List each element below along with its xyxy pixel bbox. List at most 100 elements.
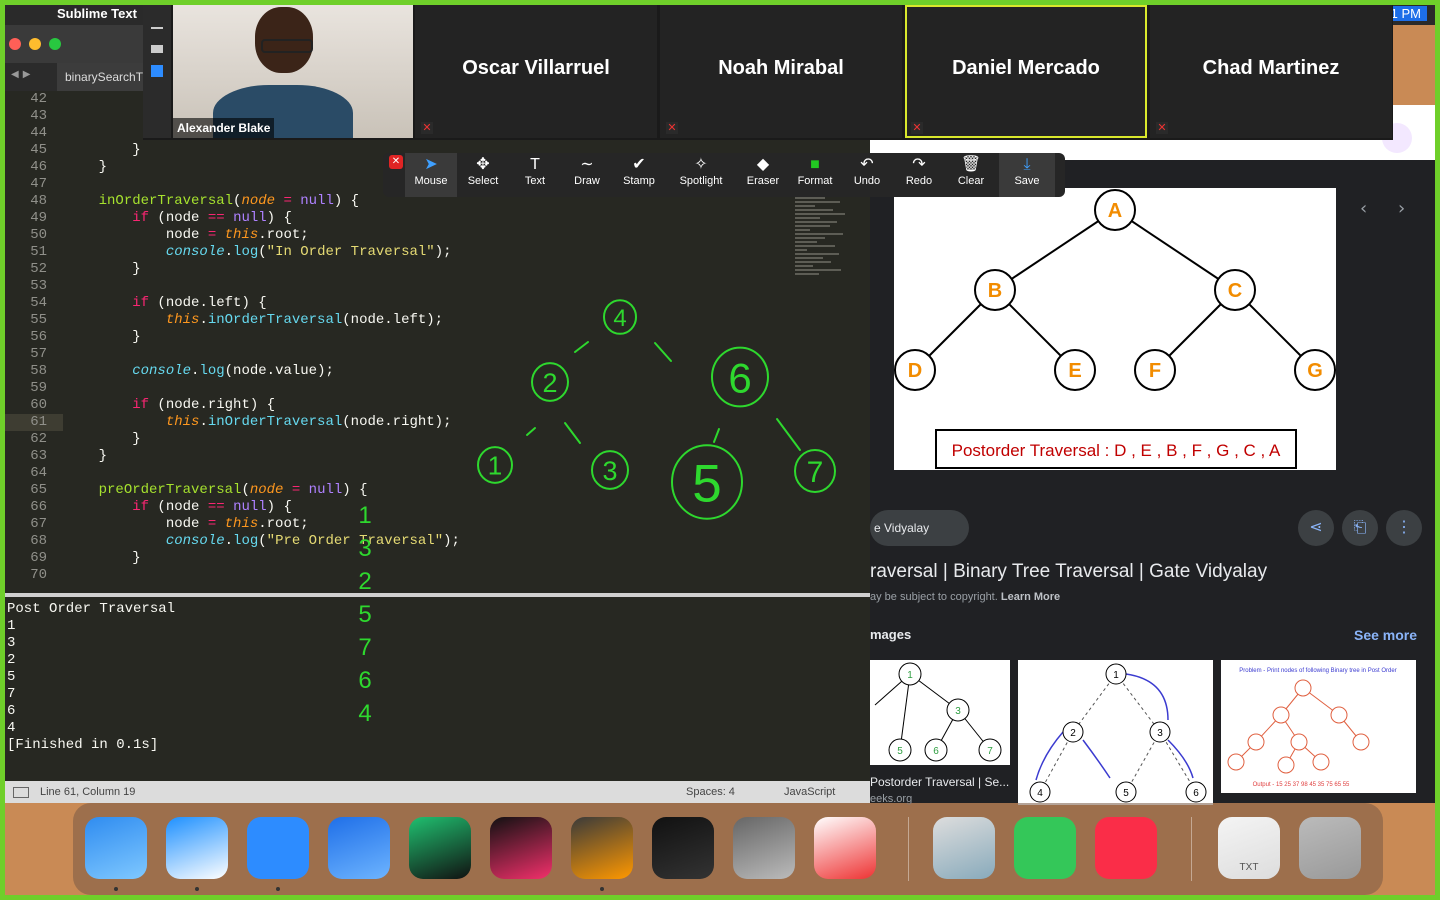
self-video-tile[interactable]: Alexander Blake bbox=[173, 5, 413, 138]
line-number: 42 bbox=[30, 91, 47, 107]
code-line[interactable]: this.inOrderTraversal(node.right); bbox=[65, 414, 452, 430]
code-line[interactable]: inOrderTraversal(node = null) { bbox=[65, 193, 359, 209]
code-line[interactable]: } bbox=[65, 159, 107, 175]
diagram-node-label: B bbox=[988, 280, 1002, 302]
tool-eraser-button[interactable]: ◆ Eraser bbox=[737, 153, 789, 197]
tool-select-button[interactable]: ✥ Select bbox=[457, 153, 509, 197]
code-token: ( bbox=[258, 244, 267, 260]
code-token: console bbox=[165, 244, 225, 260]
code-line[interactable]: node = this.root; bbox=[65, 516, 309, 532]
strip-view-icon[interactable] bbox=[151, 65, 163, 77]
output-line: 6 bbox=[7, 703, 16, 719]
tool-draw-button[interactable]: ∼ Draw bbox=[561, 153, 613, 197]
thumb-1-caption[interactable]: Postorder Traversal | Se... bbox=[870, 775, 1009, 789]
see-more-link[interactable]: See more bbox=[1354, 627, 1417, 643]
code-line[interactable]: if (node.left) { bbox=[65, 295, 266, 311]
finder-dock-icon[interactable] bbox=[85, 817, 147, 879]
line-number: 56 bbox=[30, 329, 47, 345]
tool-undo-button[interactable]: ↶ Undo bbox=[841, 153, 893, 197]
safari-dock-icon[interactable] bbox=[166, 817, 228, 879]
tool-label: Text bbox=[524, 175, 546, 187]
pycharm-dock-icon[interactable] bbox=[409, 817, 471, 879]
code-token: ( bbox=[258, 533, 267, 549]
preview-dock-icon[interactable] bbox=[933, 817, 995, 879]
minimize-strip-icon[interactable] bbox=[151, 27, 163, 29]
code-token: } bbox=[65, 550, 141, 566]
tool-text-button[interactable]: T Text bbox=[509, 153, 561, 197]
code-line[interactable]: console.log(node.value); bbox=[65, 363, 334, 379]
close-annotation-icon[interactable]: ✕ bbox=[389, 155, 403, 169]
code-line[interactable]: node = this.root; bbox=[65, 227, 309, 243]
code-token: . bbox=[199, 414, 208, 430]
video-view-icon[interactable] bbox=[151, 45, 163, 53]
code-token: preOrderTraversal bbox=[98, 482, 242, 498]
result-title[interactable]: raversal | Binary Tree Traversal | Gate … bbox=[870, 561, 1267, 583]
participant-tile[interactable]: Noah Mirabal ✕ bbox=[660, 5, 902, 138]
tool-stamp-button[interactable]: ✔ Stamp bbox=[613, 153, 665, 197]
tool-redo-button[interactable]: ↷ Redo bbox=[893, 153, 945, 197]
tab-nav-arrows-icon[interactable]: ◀▶ bbox=[11, 69, 34, 80]
code-line[interactable]: if (node == null) { bbox=[65, 499, 292, 515]
code-line[interactable]: preOrderTraversal(node = null) { bbox=[65, 482, 368, 498]
code-line[interactable]: } bbox=[65, 448, 107, 464]
code-token: ( bbox=[241, 482, 250, 498]
code-token: node bbox=[249, 482, 284, 498]
learn-more-link[interactable]: Learn More bbox=[1001, 591, 1060, 603]
indent-setting[interactable]: Spaces: 4 bbox=[686, 781, 735, 803]
code-line[interactable]: if (node == null) { bbox=[65, 210, 292, 226]
strip-controls[interactable] bbox=[143, 5, 171, 138]
bookmark-icon[interactable]: ⎗ bbox=[1342, 510, 1378, 546]
panel-toggle-icon[interactable] bbox=[13, 787, 29, 798]
code-line[interactable]: } bbox=[65, 261, 140, 277]
share-icon[interactable]: ⋖ bbox=[1298, 510, 1334, 546]
terminal-dock-icon[interactable] bbox=[652, 817, 714, 879]
source-chip[interactable]: e Vidyalay bbox=[870, 510, 969, 546]
tool-format-button[interactable]: ■ Format bbox=[789, 153, 841, 197]
code-line[interactable]: } bbox=[65, 329, 140, 345]
music-dock-icon[interactable] bbox=[1095, 817, 1157, 879]
related-thumb-1[interactable]: 1 3 5 6 7 bbox=[870, 660, 1010, 765]
xcode-dock-icon[interactable] bbox=[328, 817, 390, 879]
code-token: ); bbox=[434, 244, 452, 260]
calculator-dock-icon[interactable] bbox=[733, 817, 795, 879]
tool-mouse-button[interactable]: ➤ Mouse bbox=[405, 153, 457, 197]
tool-save-button[interactable]: ⤓ Save bbox=[999, 153, 1055, 197]
minimize-window-button[interactable] bbox=[29, 38, 41, 50]
trash-dock-icon[interactable] bbox=[1299, 817, 1361, 879]
close-window-button[interactable] bbox=[9, 38, 21, 50]
code-line[interactable]: } bbox=[65, 431, 140, 447]
code-line[interactable]: if (node.right) { bbox=[65, 397, 275, 413]
zoom-window-button[interactable] bbox=[49, 38, 61, 50]
messages-dock-icon[interactable] bbox=[1014, 817, 1076, 879]
code-line[interactable]: console.log("Pre Order Traversal"); bbox=[65, 533, 460, 549]
sublime-text-dock-icon[interactable] bbox=[571, 817, 633, 879]
txt-dock-icon[interactable]: TXT bbox=[1218, 817, 1280, 879]
tool-spotlight-button[interactable]: ✧ Spotlight bbox=[675, 153, 727, 197]
file-tab[interactable]: binarySearchT bbox=[57, 63, 155, 91]
participant-tile[interactable]: Oscar Villarruel ✕ bbox=[415, 5, 657, 138]
code-line[interactable]: console.log("In Order Traversal"); bbox=[65, 244, 452, 260]
more-options-icon[interactable]: ⋮ bbox=[1386, 510, 1422, 546]
related-images-label: mages bbox=[870, 627, 912, 642]
code-line[interactable]: } bbox=[65, 550, 141, 566]
minimap[interactable] bbox=[795, 195, 850, 335]
code-token: = bbox=[207, 516, 217, 532]
build-output-panel[interactable]: Post Order Traversal 1 3 2 5 7 6 4 [Finished in … bbox=[5, 593, 870, 779]
participant-tile[interactable]: Daniel Mercado ✕ bbox=[905, 5, 1147, 138]
output-line: Post Order Traversal bbox=[7, 601, 176, 617]
code-line[interactable]: this.inOrderTraversal(node.left); bbox=[65, 312, 443, 328]
participant-tile[interactable]: Chad Martinez ✕ bbox=[1150, 5, 1392, 138]
code-line[interactable]: } bbox=[65, 142, 140, 158]
related-thumb-2[interactable]: 1 2 3 4 5 6 bbox=[1018, 660, 1213, 805]
tool-clear-button[interactable]: 🗑 Clear bbox=[945, 153, 997, 197]
chrome-dock-icon[interactable] bbox=[814, 817, 876, 879]
related-thumb-3[interactable]: Problem - Print nodes of following Binar… bbox=[1221, 660, 1416, 793]
app-name-menu[interactable]: Sublime Text bbox=[57, 6, 137, 21]
syntax-setting[interactable]: JavaScript bbox=[784, 781, 835, 803]
line-number: 46 bbox=[30, 159, 47, 175]
intellij-idea-dock-icon[interactable] bbox=[490, 817, 552, 879]
zoom-dock-icon[interactable] bbox=[247, 817, 309, 879]
code-token: ) { bbox=[266, 499, 292, 515]
line-number: 50 bbox=[30, 227, 47, 243]
